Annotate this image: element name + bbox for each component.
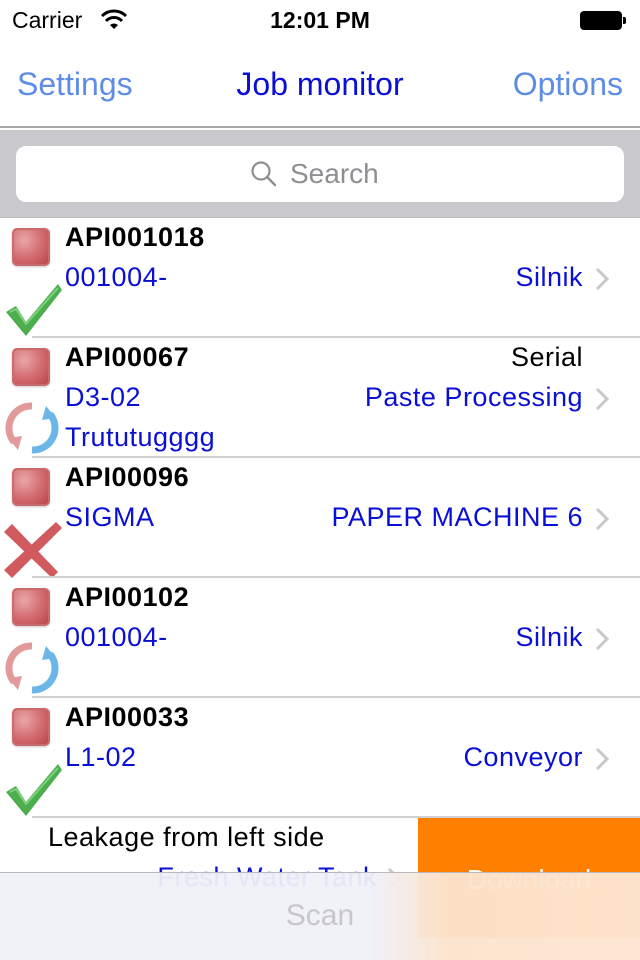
selection-checkbox[interactable] [12, 588, 50, 626]
job-location: Silnik [515, 262, 583, 292]
search-field[interactable] [16, 146, 624, 202]
job-note: Trututugggg [65, 422, 216, 452]
job-row[interactable]: API00067 Serial D3-02 Paste Processing T… [0, 338, 640, 458]
battery-full-icon [580, 11, 626, 30]
search-icon [251, 161, 277, 187]
status-bar: Carrier 12:01 PM [0, 0, 640, 40]
checkmark-icon [6, 764, 62, 816]
job-location: PAPER MACHINE 6 [331, 502, 583, 532]
selection-checkbox[interactable] [12, 348, 50, 386]
bottom-toolbar: Scan [0, 872, 640, 960]
job-list: API001018 001004- Silnik API00067 Serial… [0, 218, 640, 938]
scan-button[interactable]: Scan [0, 899, 640, 933]
chevron-right-icon [595, 747, 610, 771]
job-row[interactable]: API00096 SIGMA PAPER MACHINE 6 [0, 458, 640, 578]
job-code: 001004- [65, 622, 168, 652]
job-code: L1-02 [65, 742, 137, 772]
settings-button[interactable]: Settings [17, 66, 133, 103]
job-description: Leakage from left side [48, 822, 325, 852]
job-location: Conveyor [463, 742, 583, 772]
job-id: API00067 [65, 342, 190, 372]
cross-icon [4, 522, 62, 578]
job-id: API00102 [65, 582, 190, 612]
job-row[interactable]: API001018 001004- Silnik [0, 218, 640, 338]
job-id: API001018 [65, 222, 205, 252]
search-input[interactable] [290, 158, 390, 190]
checkmark-icon [6, 284, 62, 336]
job-row[interactable]: API00102 001004- Silnik [0, 578, 640, 698]
job-code: SIGMA [65, 502, 155, 532]
sync-icon [5, 642, 59, 694]
chevron-right-icon [595, 507, 610, 531]
chevron-right-icon [595, 267, 610, 291]
sync-icon [5, 402, 59, 454]
chevron-right-icon [595, 387, 610, 411]
selection-checkbox[interactable] [12, 468, 50, 506]
chevron-right-icon [595, 627, 610, 651]
job-location: Silnik [515, 622, 583, 652]
job-location: Paste Processing [364, 382, 583, 412]
job-row[interactable]: API00033 L1-02 Conveyor [0, 698, 640, 818]
job-code: D3-02 [65, 382, 142, 412]
job-code: 001004- [65, 262, 168, 292]
selection-checkbox[interactable] [12, 228, 50, 266]
job-id: API00033 [65, 702, 190, 732]
search-bar [0, 130, 640, 218]
navigation-bar: Settings Job monitor Options [0, 40, 640, 128]
job-id: API00096 [65, 462, 190, 492]
job-type: Serial [510, 342, 583, 372]
options-button[interactable]: Options [513, 66, 623, 103]
selection-checkbox[interactable] [12, 708, 50, 746]
clock: 12:01 PM [270, 7, 370, 33]
